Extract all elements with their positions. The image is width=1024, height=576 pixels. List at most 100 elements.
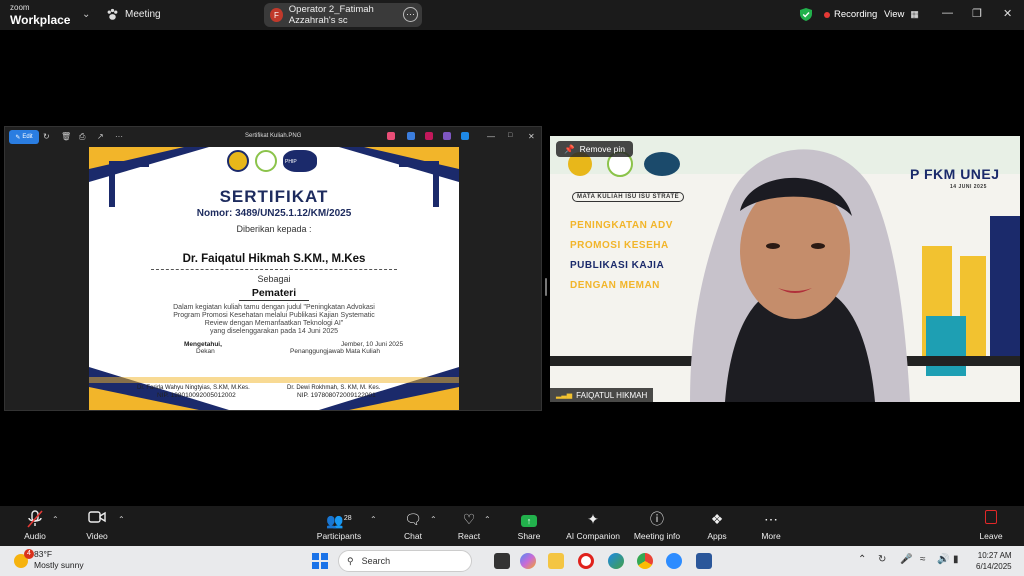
right-signer-nip: NIP. 197808072009122001 xyxy=(297,392,376,399)
participant-person xyxy=(690,149,910,402)
restore-icon[interactable]: ❐ xyxy=(972,7,982,20)
react-chevron-icon[interactable]: ⌃ xyxy=(484,515,491,524)
title-bar: zoom Workplace ⌄ Meeting F Operator 2_Fa… xyxy=(0,0,1024,30)
leave-door-icon xyxy=(976,510,1006,528)
slide-line-3: PUBLIKASI KAJIA xyxy=(570,260,665,271)
share-button[interactable]: ↑ Share xyxy=(512,510,546,541)
app-icon[interactable] xyxy=(425,132,433,140)
shield-check-icon[interactable] xyxy=(800,8,812,21)
weather-widget[interactable]: 4 xyxy=(14,549,36,571)
app-icon[interactable] xyxy=(407,132,415,140)
more-options-icon[interactable]: ··· xyxy=(403,7,418,22)
share-screen-icon: ↑ xyxy=(512,510,546,528)
pin-icon: 📌 xyxy=(564,143,575,154)
more-icon[interactable]: ··· xyxy=(115,132,123,141)
audio-button[interactable]: Audio xyxy=(20,510,50,541)
zoom-icon[interactable] xyxy=(666,553,682,569)
chat-chevron-icon[interactable]: ⌃ xyxy=(430,515,437,524)
minimize-icon[interactable]: — xyxy=(487,132,495,141)
minimize-icon[interactable]: — xyxy=(942,7,953,19)
weather-condition: Mostly sunny xyxy=(34,560,84,570)
chat-button[interactable]: 🗨 Chat xyxy=(398,510,428,541)
chrome-icon[interactable] xyxy=(637,553,653,569)
volume-icon[interactable]: 🔊 xyxy=(937,554,949,565)
remove-pin-button[interactable]: 📌 Remove pin xyxy=(556,141,633,157)
delete-icon[interactable]: 🗑 xyxy=(61,132,71,141)
participants-chevron-icon[interactable]: ⌃ xyxy=(370,515,377,524)
share-icon[interactable]: ↗ xyxy=(97,132,104,141)
close-icon[interactable]: ✕ xyxy=(1003,7,1012,20)
copilot-icon[interactable] xyxy=(520,553,536,569)
leave-button[interactable]: Leave xyxy=(976,510,1006,541)
participant-name: FAIQATUL HIKMAH xyxy=(576,390,648,400)
recording-indicator[interactable]: Recording xyxy=(824,9,877,20)
participant-video[interactable]: P FKM UNEJ 14 JUNI 2025 MATA KULIAH ISU … xyxy=(550,136,1020,402)
edit-button[interactable]: ✎ Edit xyxy=(9,130,39,144)
taskbar-search[interactable]: ⚲ Search xyxy=(338,550,472,572)
react-button[interactable]: ♡ React xyxy=(454,510,484,541)
video-button[interactable]: Video xyxy=(82,510,112,541)
weather-text[interactable]: 83°F Mostly sunny xyxy=(34,549,84,571)
word-icon[interactable] xyxy=(696,553,712,569)
certificate-heading: SERTIFIKAT xyxy=(219,187,329,206)
slide-header: P FKM UNEJ xyxy=(910,166,1000,182)
camera-icon xyxy=(82,510,112,528)
slide-date: 14 JUNI 2025 xyxy=(950,184,987,190)
participants-button[interactable]: 👥28 Participants xyxy=(316,510,362,541)
task-view-icon[interactable] xyxy=(494,553,510,569)
microphone-icon[interactable]: 🎤 xyxy=(900,554,912,565)
split-drag-handle[interactable] xyxy=(545,278,547,296)
more-button[interactable]: ⋯ More xyxy=(756,510,786,541)
certificate-image: PHIP SERTIFIKAT Nomor: 3489/UN25.1.12/KM… xyxy=(89,147,459,410)
chevron-down-icon[interactable]: ⌄ xyxy=(82,9,90,20)
body-line-4: yang diselenggarakan pada 14 Juni 2025 xyxy=(209,328,339,335)
sharing-label: Operator 2_Fatimah Azzahrah's sc xyxy=(288,4,374,26)
sharing-indicator[interactable]: F Operator 2_Fatimah Azzahrah's sc ··· xyxy=(264,3,422,27)
meeting-info-label: Meeting info xyxy=(633,531,681,541)
chat-icon: 🗨 xyxy=(404,511,422,527)
restore-icon[interactable]: □ xyxy=(508,132,512,139)
show-hidden-icons-chevron-icon[interactable]: ⌃ xyxy=(858,554,866,565)
video-options-chevron-icon[interactable]: ⌃ xyxy=(118,515,125,524)
notification-badge: 4 xyxy=(24,549,34,559)
recording-label: Recording xyxy=(834,9,878,20)
battery-icon[interactable]: ▮ xyxy=(953,554,959,565)
body-line-3: Review dengan Memanfaatkan Teknologi AI" xyxy=(204,320,344,327)
close-icon[interactable]: ✕ xyxy=(528,132,535,141)
rotate-icon[interactable]: ↻ xyxy=(43,132,50,141)
meeting-menu[interactable]: Meeting xyxy=(106,8,161,21)
audio-options-chevron-icon[interactable]: ⌃ xyxy=(52,515,59,524)
opera-icon[interactable] xyxy=(578,553,594,569)
app-icon[interactable] xyxy=(443,132,451,140)
file-explorer-icon[interactable] xyxy=(548,553,564,569)
sync-icon[interactable]: ↻ xyxy=(878,554,886,565)
left-signer-nip: NIP. 198010092005012002 xyxy=(157,392,236,399)
edge-icon[interactable] xyxy=(608,553,624,569)
print-icon[interactable]: ⎙ xyxy=(79,132,85,142)
meeting-toolbar: Audio ⌃ Video ⌃ 👥28 Participants ⌃ 🗨 Cha… xyxy=(0,506,1024,546)
view-button[interactable]: View ▦ xyxy=(884,9,919,20)
windows-start-icon[interactable] xyxy=(312,553,328,569)
phip-logo-text: PHIP xyxy=(285,159,297,165)
certificate-number: Nomor: 3489/UN25.1.12/KM/2025 xyxy=(196,208,352,219)
left-signer-name: Dr. Farida Wahyu Ningtyias, S.KM, M.Kes. xyxy=(137,385,250,391)
copilot-icon[interactable] xyxy=(387,132,395,140)
participants-icon: 👥28 xyxy=(326,512,352,529)
view-label: View xyxy=(884,9,905,20)
signal-bars-icon: ▂▃▅ xyxy=(556,392,573,399)
clock-time: 10:27 AM xyxy=(977,551,1012,560)
avatar: F xyxy=(270,8,283,22)
brand-top: zoom xyxy=(10,3,30,12)
right-sign-role: Penanggungjawab Mata Kuliah xyxy=(290,348,380,355)
cloud-icon[interactable] xyxy=(461,132,469,140)
slide-line-2: PROMOSI KESEHA xyxy=(570,240,669,251)
ai-companion-button[interactable]: ✦ AI Companion xyxy=(564,510,622,541)
wifi-icon[interactable]: ≈ xyxy=(920,554,926,565)
edit-label: Edit xyxy=(22,134,33,140)
system-clock[interactable]: 10:27 AM 6/14/2025 xyxy=(976,550,1012,572)
apps-button[interactable]: ❖ Apps xyxy=(702,510,732,541)
right-sign-date: Jember, 10 Juni 2025 xyxy=(341,341,404,348)
as-label: Sebagai xyxy=(257,274,291,284)
audio-label: Audio xyxy=(24,531,46,541)
meeting-info-button[interactable]: ⓘ Meeting info xyxy=(630,510,684,541)
